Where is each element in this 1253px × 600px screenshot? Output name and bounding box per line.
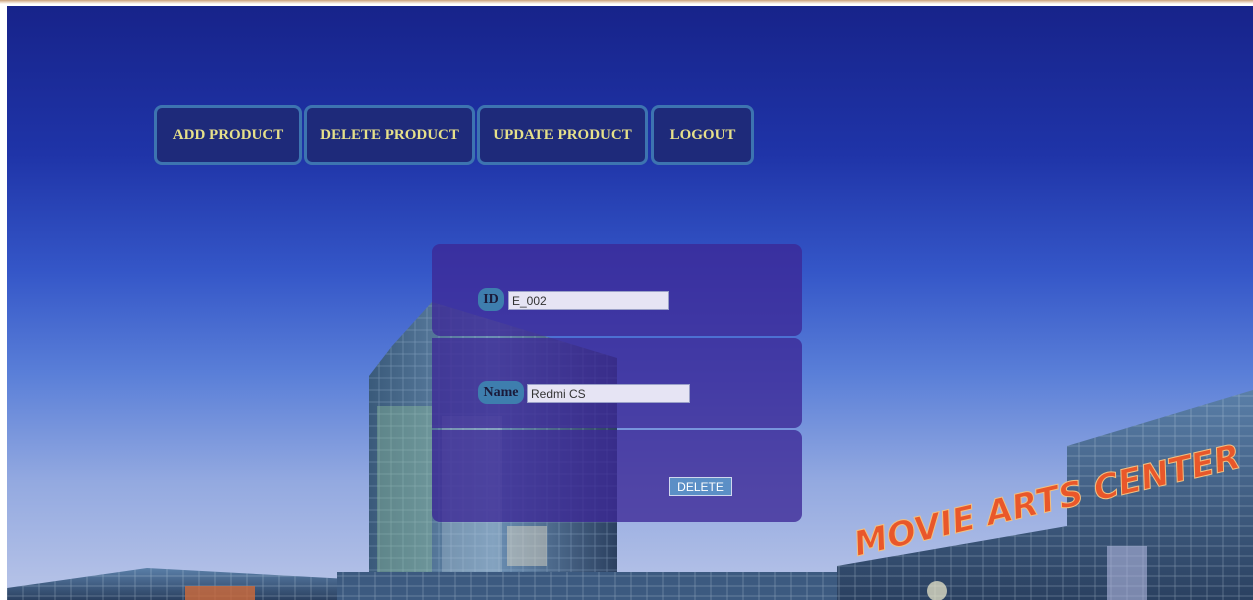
add-product-button[interactable]: ADD PRODUCT	[154, 105, 302, 165]
name-field[interactable]	[527, 384, 690, 403]
logout-button[interactable]: LOGOUT	[651, 105, 754, 165]
name-label: Name	[478, 381, 524, 404]
id-field[interactable]	[508, 291, 669, 310]
delete-button[interactable]: DELETE	[669, 477, 732, 496]
id-label: ID	[478, 288, 504, 311]
form-panel-actions	[432, 430, 802, 522]
update-product-button[interactable]: UPDATE PRODUCT	[477, 105, 648, 165]
delete-product-button[interactable]: DELETE PRODUCT	[304, 105, 475, 165]
